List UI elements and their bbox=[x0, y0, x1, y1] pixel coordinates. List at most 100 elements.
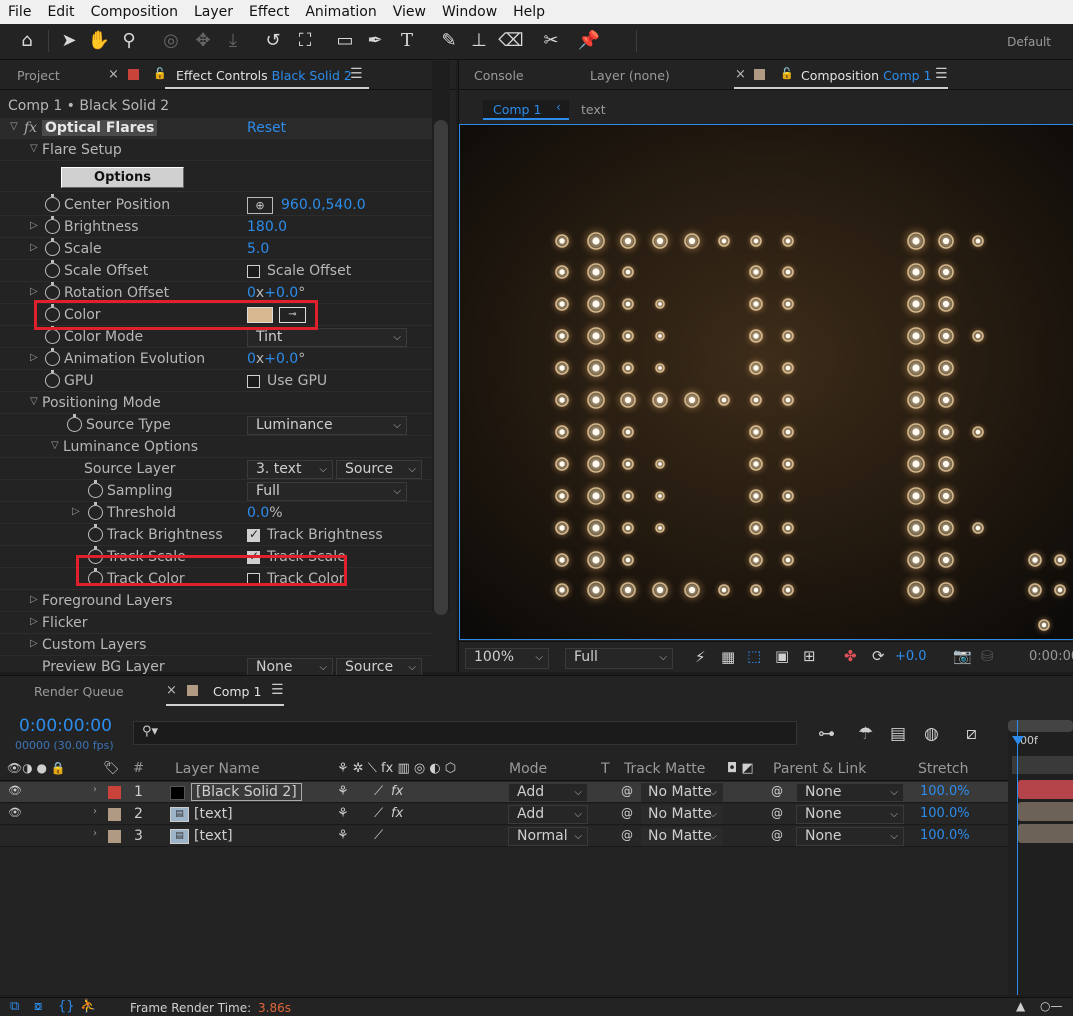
rotation-offset-value[interactable]: 0x+0.0° bbox=[247, 285, 305, 301]
pan-behind-icon[interactable]: ⛶ bbox=[292, 28, 318, 54]
stopwatch-icon[interactable] bbox=[45, 216, 60, 234]
parent-dropdown[interactable]: None ⌵ bbox=[796, 805, 904, 824]
quality-switch-icon[interactable]: ⟋ bbox=[374, 784, 383, 799]
lock-icon[interactable]: 🔓 bbox=[780, 67, 794, 80]
layer-name[interactable]: [text] bbox=[194, 828, 233, 844]
brush-tool-icon[interactable]: ✎ bbox=[436, 28, 462, 54]
menu-composition[interactable]: Composition bbox=[83, 4, 186, 20]
composition-viewer[interactable] bbox=[459, 124, 1073, 640]
menu-layer[interactable]: Layer bbox=[186, 4, 241, 20]
use-gpu-checkbox[interactable] bbox=[247, 375, 260, 388]
source-layer-dropdown[interactable]: 3. text ⌵ bbox=[247, 460, 333, 479]
zoom-dropdown[interactable]: 100% ⌵ bbox=[465, 648, 549, 669]
snapshot-icon[interactable]: 📷 bbox=[953, 647, 972, 665]
home-icon[interactable]: ⌂ bbox=[14, 28, 40, 54]
layer-label-color[interactable] bbox=[108, 808, 121, 821]
tab-layer[interactable]: Layer (none) bbox=[590, 68, 670, 83]
stopwatch-icon[interactable] bbox=[45, 260, 60, 278]
motion-blur-icon[interactable]: ◍ bbox=[924, 724, 939, 744]
roto-brush-icon[interactable]: ✂ bbox=[538, 28, 564, 54]
menu-window[interactable]: Window bbox=[434, 4, 505, 20]
graph-editor-icon[interactable]: ⧄ bbox=[966, 724, 977, 744]
zoom-tool-icon[interactable]: ⚲ bbox=[116, 28, 142, 54]
track-matte-dropdown[interactable]: No Matte ⌵ bbox=[641, 783, 723, 802]
curly-braces-icon[interactable]: {} bbox=[58, 999, 75, 1014]
column-layer-name[interactable]: Layer Name bbox=[175, 761, 260, 777]
stopwatch-icon[interactable] bbox=[45, 326, 60, 344]
panel-menu-icon[interactable]: ☰ bbox=[935, 66, 948, 82]
mode-dropdown[interactable]: Add ⌵ bbox=[508, 805, 588, 824]
shy-layers-icon[interactable]: ☂ bbox=[858, 724, 873, 744]
quality-switch-icon[interactable]: ⟋ bbox=[374, 806, 383, 821]
lock-icon[interactable]: 🔓 bbox=[153, 67, 167, 80]
column-stretch[interactable]: Stretch bbox=[918, 761, 969, 777]
layer-switches-icon[interactable]: ⧉ bbox=[10, 999, 19, 1014]
expand-icon[interactable]: ▷ bbox=[30, 616, 38, 627]
stopwatch-icon[interactable] bbox=[88, 502, 103, 520]
fx-switch-icon[interactable]: fx bbox=[391, 784, 403, 799]
table-row[interactable]: 👁 › 2 ▤ [text] ⚘ ⟋ fx Add ⌵ @ No Matte ⌵ @ None ⌵ 100.0% bbox=[0, 804, 1008, 825]
parent-pickwhip-icon[interactable]: @ bbox=[771, 784, 783, 798]
layer-duration-bar[interactable] bbox=[1018, 824, 1073, 843]
collapse-icon[interactable]: ▽ bbox=[10, 121, 18, 132]
composition-flowchart-icon[interactable]: ⊶ bbox=[818, 724, 835, 744]
fx-switch-icon[interactable]: fx bbox=[391, 806, 403, 821]
column-mode[interactable]: Mode bbox=[509, 761, 547, 777]
selection-tool-icon[interactable]: ➤ bbox=[56, 28, 82, 54]
stopwatch-icon[interactable] bbox=[88, 524, 103, 542]
show-snapshot-icon[interactable]: ⛁ bbox=[981, 647, 994, 665]
track-brightness-checkbox[interactable] bbox=[247, 527, 260, 542]
puppet-pin-icon[interactable]: 📌 bbox=[576, 28, 602, 54]
transparency-grid-icon[interactable]: ▦ bbox=[721, 648, 735, 666]
eraser-tool-icon[interactable]: ⌫ bbox=[498, 28, 524, 54]
tab-comp-1[interactable]: Comp 1 bbox=[213, 684, 261, 699]
timeline-time-graph[interactable]: 00f bbox=[1008, 720, 1073, 995]
menu-file[interactable]: File bbox=[0, 4, 39, 20]
pen-tool-icon[interactable]: ✒ bbox=[362, 28, 388, 54]
brightness-value[interactable]: 180.0 bbox=[247, 219, 287, 235]
channels-icon[interactable]: ✤ bbox=[844, 647, 857, 665]
threshold-value[interactable]: 0.0% bbox=[247, 505, 283, 521]
matte-pickwhip-icon[interactable]: @ bbox=[621, 806, 633, 820]
reset-link[interactable]: Reset bbox=[247, 120, 286, 136]
stopwatch-icon[interactable] bbox=[45, 370, 60, 388]
matte-pickwhip-icon[interactable]: @ bbox=[621, 828, 633, 842]
layer-name[interactable]: [Black Solid 2] bbox=[191, 783, 302, 801]
clone-stamp-icon[interactable]: ⊥ bbox=[466, 28, 492, 54]
exposure-value[interactable]: +0.0 bbox=[895, 649, 927, 664]
scale-offset-checkbox[interactable] bbox=[247, 265, 260, 278]
menu-animation[interactable]: Animation bbox=[297, 4, 384, 20]
source-type-dropdown[interactable]: Luminance ⌵ bbox=[247, 416, 407, 435]
stretch-value[interactable]: 100.0% bbox=[920, 806, 970, 821]
stretch-value[interactable]: 100.0% bbox=[920, 828, 970, 843]
matte-pickwhip-icon[interactable]: @ bbox=[621, 784, 633, 798]
layer-duration-bar[interactable] bbox=[1018, 802, 1073, 821]
menu-effect[interactable]: Effect bbox=[241, 4, 297, 20]
stopwatch-icon[interactable] bbox=[67, 414, 82, 432]
table-row[interactable]: › 3 ▤ [text] ⚘ ⟋ Normal ⌵ @ No Matte ⌵ @ None ⌵ 100.0% bbox=[0, 826, 1008, 847]
shy-switch-icon[interactable]: ⚘ bbox=[337, 806, 349, 821]
expand-icon[interactable]: › bbox=[93, 806, 97, 817]
track-matte-dropdown[interactable]: No Matte ⌵ bbox=[641, 827, 723, 846]
mask-visibility-icon[interactable]: ⬚ bbox=[747, 647, 761, 665]
close-icon[interactable]: × bbox=[166, 683, 177, 698]
animation-evolution-value[interactable]: 0x+0.0° bbox=[247, 351, 305, 367]
orbit-camera-icon[interactable]: ◎ bbox=[158, 28, 184, 54]
expand-icon[interactable]: ▷ bbox=[30, 286, 38, 297]
parent-pickwhip-icon[interactable]: @ bbox=[771, 806, 783, 820]
shy-switch-icon[interactable]: ⚘ bbox=[337, 784, 349, 799]
source-layer-mode-dropdown[interactable]: Source ⌵ bbox=[336, 460, 422, 479]
rotation-tool-icon[interactable]: ↺ bbox=[260, 28, 286, 54]
menu-view[interactable]: View bbox=[385, 4, 434, 20]
zoom-slider-icon[interactable]: ○— bbox=[1040, 999, 1062, 1013]
current-time-display[interactable]: 0:00:00 bbox=[1029, 649, 1073, 664]
mode-dropdown[interactable]: Add ⌵ bbox=[508, 783, 588, 802]
expand-icon[interactable]: ▷ bbox=[30, 242, 38, 253]
panel-menu-icon[interactable]: ☰ bbox=[271, 682, 284, 698]
playhead-icon[interactable] bbox=[1012, 736, 1024, 745]
crosshair-icon[interactable]: ⊕ bbox=[247, 197, 273, 214]
close-icon[interactable]: × bbox=[108, 67, 119, 82]
center-position-value[interactable]: 960.0,540.0 bbox=[281, 197, 366, 213]
fast-previews-icon[interactable]: ⚡ bbox=[695, 648, 706, 666]
track-matte-dropdown[interactable]: No Matte ⌵ bbox=[641, 805, 723, 824]
